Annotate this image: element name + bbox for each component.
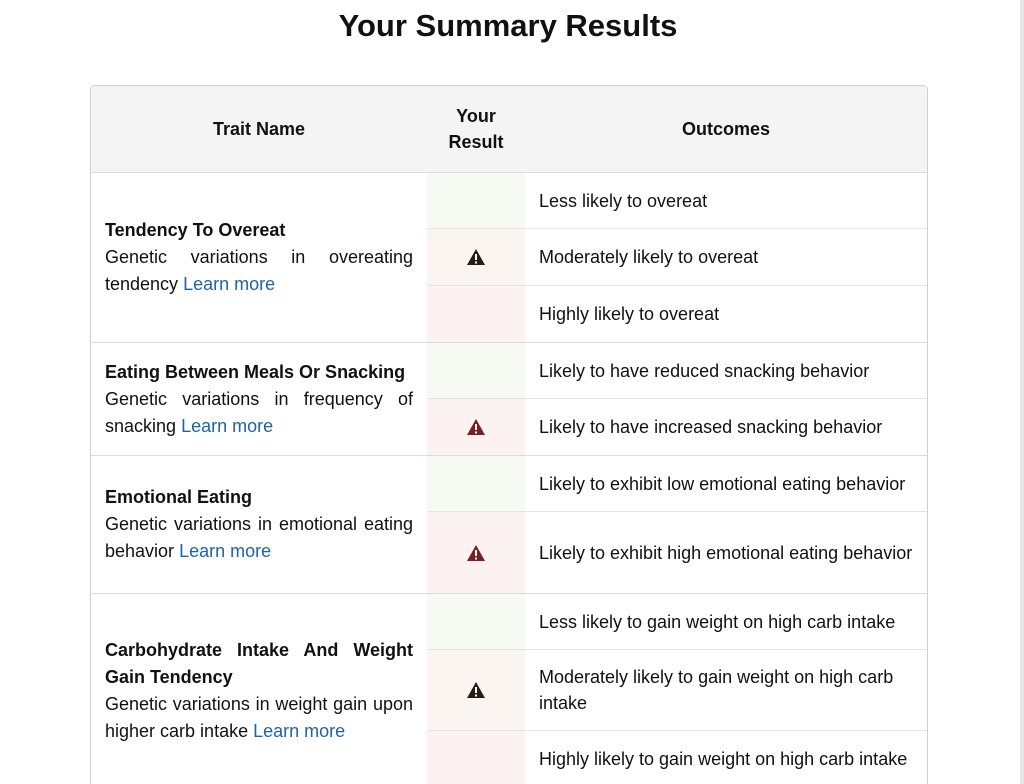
trait-group: Tendency To Overeat Genetic variations i…: [91, 173, 927, 343]
outcome-row: Likely to have increased snacking behavi…: [427, 399, 927, 455]
result-cell: [427, 286, 525, 342]
outcome-text: Less likely to gain weight on high carb …: [539, 611, 896, 632]
result-cell: [427, 650, 525, 730]
result-cell: [427, 594, 525, 649]
outcome-text: Moderately likely to gain weight on high…: [539, 667, 894, 713]
outcome-row: Likely to exhibit high emotional eating …: [427, 512, 927, 593]
page-scrollbar[interactable]: [1020, 0, 1024, 784]
results-table: Trait Name Your Result Outcomes Tendency …: [90, 85, 928, 784]
outcome-row: Less likely to gain weight on high carb …: [427, 594, 927, 650]
trait-group: Eating Between Meals Or Snacking Genetic…: [91, 343, 927, 456]
outcome-text: Less likely to overeat: [539, 190, 708, 211]
result-cell: [427, 731, 525, 784]
warning-icon: [467, 249, 485, 265]
result-cell: [427, 512, 525, 593]
table-header: Trait Name Your Result Outcomes: [91, 86, 927, 173]
column-header-result: Your Result: [427, 86, 525, 172]
learn-more-link[interactable]: Learn more: [181, 416, 273, 436]
warning-icon: [467, 544, 485, 561]
result-cell: [427, 229, 525, 285]
trait-name: Tendency To Overeat: [105, 220, 286, 240]
trait-name: Carbohydrate Intake And Weight Gain Tend…: [105, 639, 413, 687]
outcome-row: Moderately likely to overeat: [427, 229, 927, 286]
learn-more-link[interactable]: Learn more: [253, 721, 345, 741]
trait-name: Eating Between Meals Or Snacking: [105, 361, 406, 382]
learn-more-link[interactable]: Learn more: [183, 274, 275, 294]
result-cell: [427, 399, 525, 455]
outcome-text: Likely to exhibit low emotional eating b…: [539, 473, 906, 494]
trait-group: Carbohydrate Intake And Weight Gain Tend…: [91, 594, 927, 784]
trait-cell: Tendency To Overeat Genetic variations i…: [91, 173, 427, 342]
outcome-text: Likely to have increased snacking behavi…: [539, 417, 883, 437]
trait-name: Emotional Eating: [105, 487, 253, 507]
learn-more-link[interactable]: Learn more: [179, 541, 271, 561]
outcome-row: Likely to have reduced snacking behavior: [427, 343, 927, 399]
outcome-row: Highly likely to overeat: [427, 286, 927, 342]
warning-icon: [467, 419, 485, 435]
page-title: Your Summary Results: [338, 8, 678, 43]
outcome-row: Highly likely to gain weight on high car…: [427, 731, 927, 784]
summary-results-page: Your Summary Results Trait Name Your Resu…: [0, 0, 1024, 784]
outcome-text: Highly likely to overeat: [539, 304, 720, 324]
outcome-row: Moderately likely to gain weight on high…: [427, 650, 927, 731]
trait-cell: Eating Between Meals Or Snacking Genetic…: [91, 343, 427, 455]
outcome-text: Highly likely to gain weight on high car…: [539, 749, 908, 769]
warning-icon: [467, 682, 485, 698]
result-cell: [427, 343, 525, 398]
outcome-row: Less likely to overeat: [427, 173, 927, 229]
result-cell: [427, 456, 525, 511]
column-header-outcomes: Outcomes: [681, 119, 771, 139]
result-cell: [427, 173, 525, 228]
outcome-row: Likely to exhibit low emotional eating b…: [427, 456, 927, 512]
outcome-text: Moderately likely to overeat: [539, 247, 759, 267]
trait-cell: Carbohydrate Intake And Weight Gain Tend…: [91, 594, 427, 784]
column-header-trait: Trait Name: [212, 119, 306, 139]
column-header-result-line2: Result: [448, 132, 504, 152]
trait-group: Emotional Eating Genetic variations in e…: [91, 456, 927, 594]
column-header-result-line1: Your: [456, 106, 496, 126]
outcome-text: Likely to have reduced snacking behavior: [539, 360, 870, 381]
trait-cell: Emotional Eating Genetic variations in e…: [91, 456, 427, 593]
outcome-text: Likely to exhibit high emotional eating …: [539, 542, 913, 563]
